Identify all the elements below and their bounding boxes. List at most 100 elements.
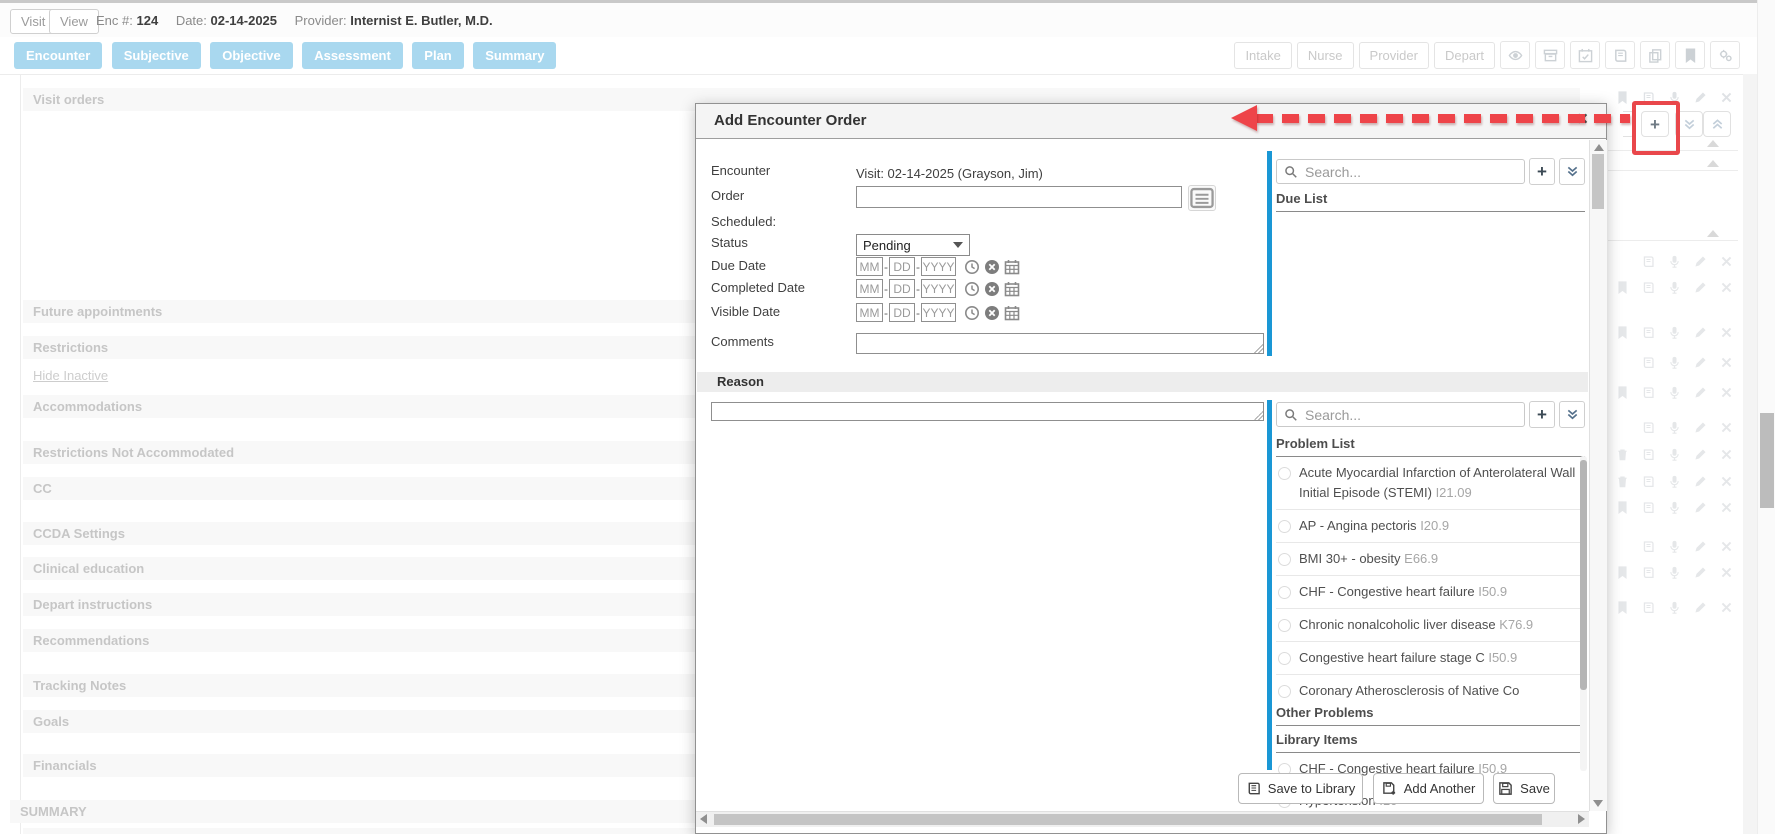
due-add-button[interactable]: + xyxy=(1529,158,1555,185)
radio-icon[interactable] xyxy=(1278,685,1291,698)
problem-list-scrollbar[interactable] xyxy=(1580,456,1587,771)
problem-add-button[interactable]: + xyxy=(1529,401,1555,428)
modal-vscroll-thumb[interactable] xyxy=(1592,154,1604,209)
problem-list-scrollbar-thumb[interactable] xyxy=(1580,460,1587,690)
calendar-icon[interactable] xyxy=(1004,305,1020,321)
calendar-icon[interactable] xyxy=(1004,281,1020,297)
radio-icon[interactable] xyxy=(1278,553,1291,566)
reason-input[interactable] xyxy=(711,402,1264,421)
resize-grip-icon[interactable] xyxy=(1254,344,1263,353)
scroll-down-icon[interactable] xyxy=(1593,800,1603,807)
scroll-up-icon[interactable] xyxy=(1594,144,1604,151)
scroll-right-icon[interactable] xyxy=(1578,814,1585,824)
due-date-yyyy[interactable]: YYYY xyxy=(921,257,956,276)
tab-objective[interactable]: Objective xyxy=(210,42,293,69)
microphone-icon xyxy=(1662,472,1687,490)
pencil-icon xyxy=(1688,598,1713,616)
tab-plan[interactable]: Plan xyxy=(412,42,463,69)
radio-icon[interactable] xyxy=(1278,652,1291,665)
collapse-caret-icon[interactable] xyxy=(1707,160,1719,167)
modal-vertical-scrollbar[interactable] xyxy=(1589,140,1607,811)
clear-date-icon[interactable] xyxy=(984,259,1000,275)
problem-code: I50.9 xyxy=(1488,650,1517,665)
clock-icon[interactable] xyxy=(964,281,980,297)
depart-button[interactable]: Depart xyxy=(1434,42,1495,69)
due-search-box[interactable] xyxy=(1276,159,1525,184)
due-date-mm[interactable]: MM xyxy=(856,257,883,276)
modal-horizontal-scrollbar[interactable] xyxy=(696,811,1589,827)
problem-row-clipped[interactable]: Coronary Atherosclerosis of Native Co xyxy=(1276,675,1585,701)
copy-icon[interactable] xyxy=(1640,41,1670,69)
problem-row[interactable]: AP - Angina pectoris I20.9 xyxy=(1276,510,1585,543)
trash-icon xyxy=(1610,445,1635,463)
problem-search-input[interactable] xyxy=(1303,406,1517,424)
radio-icon[interactable] xyxy=(1278,586,1291,599)
nurse-button[interactable]: Nurse xyxy=(1297,42,1354,69)
modal-hscroll-thumb[interactable] xyxy=(714,814,1542,825)
problem-row[interactable]: Acute Myocardial Infarction of Anterolat… xyxy=(1276,457,1585,510)
visible-date-mm[interactable]: MM xyxy=(856,303,883,322)
problem-row[interactable]: CHF - Congestive heart failure I50.9 xyxy=(1276,576,1585,609)
eye-icon[interactable] xyxy=(1500,41,1530,69)
add-another-button[interactable]: Add Another xyxy=(1373,773,1484,804)
tab-subjective[interactable]: Subjective xyxy=(112,42,201,69)
save-button[interactable]: Save xyxy=(1493,773,1555,804)
tab-summary[interactable]: Summary xyxy=(473,42,556,69)
due-search-input[interactable] xyxy=(1303,163,1517,181)
completed-date-mm[interactable]: MM xyxy=(856,279,883,298)
radio-icon[interactable] xyxy=(1278,520,1291,533)
close-icon xyxy=(1714,88,1739,106)
provider-button[interactable]: Provider xyxy=(1359,42,1429,69)
clock-icon[interactable] xyxy=(964,259,980,275)
bookmark-icon xyxy=(1610,383,1635,401)
clock-icon[interactable] xyxy=(964,305,980,321)
problem-row[interactable]: BMI 30+ - obesity E66.9 xyxy=(1276,543,1585,576)
view-button[interactable]: View xyxy=(49,9,99,34)
status-select[interactable]: Pending xyxy=(856,234,970,256)
tab-assessment[interactable]: Assessment xyxy=(302,42,403,69)
order-list-button[interactable] xyxy=(1188,185,1216,211)
status-value: Pending xyxy=(863,238,911,253)
book-icon[interactable] xyxy=(1605,41,1635,69)
problem-row[interactable]: Congestive heart failure stage C I50.9 xyxy=(1276,642,1585,675)
order-input[interactable] xyxy=(856,186,1182,208)
calendar-check-icon[interactable] xyxy=(1570,41,1600,69)
save-to-library-button[interactable]: Save to Library xyxy=(1238,773,1363,804)
save-to-library-label: Save to Library xyxy=(1268,781,1355,796)
clear-date-icon[interactable] xyxy=(984,305,1000,321)
archive-icon[interactable] xyxy=(1535,41,1565,69)
radio-icon[interactable] xyxy=(1278,467,1291,480)
problem-search-box[interactable] xyxy=(1276,402,1525,427)
completed-date-dd[interactable]: DD xyxy=(889,279,915,298)
list-icon xyxy=(1189,185,1215,211)
book-icon xyxy=(1636,498,1661,516)
radio-icon[interactable] xyxy=(1278,619,1291,632)
visible-date-dd[interactable]: DD xyxy=(889,303,915,322)
rail-icon-row xyxy=(1610,537,1739,555)
comments-input[interactable] xyxy=(856,333,1264,354)
calendar-icon[interactable] xyxy=(1004,259,1020,275)
clear-date-icon[interactable] xyxy=(984,281,1000,297)
page-scrollbar-thumb[interactable] xyxy=(1760,413,1774,508)
problem-row[interactable]: Chronic nonalcoholic liver disease K76.9 xyxy=(1276,609,1585,642)
problem-expand-button[interactable] xyxy=(1559,401,1585,428)
due-expand-button[interactable] xyxy=(1559,158,1585,185)
problem-code: I50.9 xyxy=(1478,584,1507,599)
microphone-icon xyxy=(1662,383,1687,401)
problem-name: BMI 30+ - obesity xyxy=(1299,551,1401,566)
collapse-caret-icon[interactable] xyxy=(1707,140,1719,147)
hide-inactive-link[interactable]: Hide Inactive xyxy=(33,368,108,383)
rail-icon-row xyxy=(1610,383,1739,401)
completed-date-yyyy[interactable]: YYYY xyxy=(921,279,956,298)
tab-encounter[interactable]: Encounter xyxy=(14,42,102,69)
collapse-caret-icon[interactable] xyxy=(1707,230,1719,237)
bookmark-icon[interactable] xyxy=(1675,41,1705,69)
visible-date-yyyy[interactable]: YYYY xyxy=(921,303,956,322)
resize-grip-icon[interactable] xyxy=(1254,411,1263,420)
scroll-left-icon[interactable] xyxy=(700,814,707,824)
due-date-dd[interactable]: DD xyxy=(889,257,915,276)
collapse-all-button[interactable] xyxy=(1703,111,1731,137)
page-scrollbar[interactable] xyxy=(1757,0,1775,834)
gears-icon[interactable] xyxy=(1710,41,1740,69)
intake-button[interactable]: Intake xyxy=(1234,42,1291,69)
